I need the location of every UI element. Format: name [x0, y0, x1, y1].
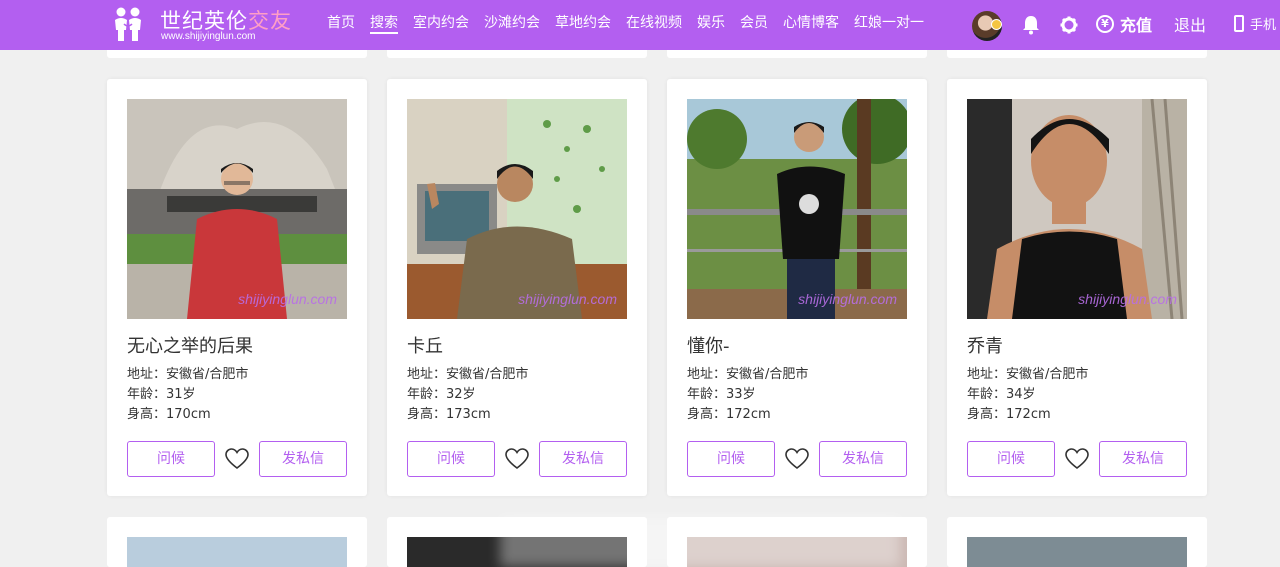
photo-watermark: shijiyinglun.com: [1078, 291, 1177, 307]
profile-photo[interactable]: shijiyinglun.com: [407, 99, 627, 319]
avatar-badge-icon: [991, 19, 1002, 30]
main-nav: 首页 搜索 室内约会 沙滩约会 草地约会 在线视频 娱乐 会员 心情博客 红娘一…: [327, 0, 939, 50]
photo-image: [687, 99, 907, 319]
profile-name[interactable]: 无心之举的后果: [127, 332, 253, 358]
message-button[interactable]: 发私信: [819, 441, 907, 477]
yen-icon: ¥: [1096, 15, 1114, 33]
logo-url: www.shijiyinglun.com: [161, 31, 256, 42]
heart-icon[interactable]: [1065, 448, 1089, 470]
nav-beach-date[interactable]: 沙滩约会: [484, 0, 540, 32]
heart-icon[interactable]: [225, 448, 249, 470]
message-button[interactable]: 发私信: [1099, 441, 1187, 477]
nav-membership[interactable]: 会员: [740, 0, 768, 32]
logout-button[interactable]: 退出: [1174, 12, 1206, 36]
greet-button[interactable]: 问候: [127, 441, 215, 477]
profile-photo-partial[interactable]: [127, 537, 347, 567]
nav-search[interactable]: 搜索: [370, 0, 398, 34]
profile-card: shijiyinglun.com 卡丘 地址：安徽省/合肥市 年龄：32岁 身高…: [387, 79, 647, 496]
site-logo[interactable]: 世纪英伦交友 www.shijiyinglun.com: [112, 4, 312, 44]
profile-address: 地址：安徽省/合肥市: [407, 367, 529, 382]
profile-age: 年龄：32岁: [407, 387, 476, 402]
profile-height: 身高：172cm: [687, 407, 771, 422]
bell-icon[interactable]: [1022, 15, 1040, 35]
heart-icon[interactable]: [505, 448, 529, 470]
profile-age: 年龄：34岁: [967, 387, 1036, 402]
profile-age: 年龄：33岁: [687, 387, 756, 402]
photo-image: [967, 99, 1187, 319]
nav-home[interactable]: 首页: [327, 0, 355, 32]
couple-logo-icon: [115, 7, 141, 41]
profile-photo-partial[interactable]: [967, 537, 1187, 567]
nav-indoor-date[interactable]: 室内约会: [413, 0, 469, 32]
profile-photo[interactable]: shijiyinglun.com: [967, 99, 1187, 319]
greet-button[interactable]: 问候: [967, 441, 1055, 477]
photo-image: [407, 99, 627, 319]
top-navigation-bar: 世纪英伦交友 www.shijiyinglun.com 首页 搜索 室内约会 沙…: [0, 0, 1280, 50]
photo-watermark: shijiyinglun.com: [798, 291, 897, 307]
greet-button[interactable]: 问候: [407, 441, 495, 477]
recharge-label: 充值: [1120, 16, 1153, 35]
photo-watermark: shijiyinglun.com: [518, 291, 617, 307]
profile-card: shijiyinglun.com 无心之举的后果 地址：安徽省/合肥市 年龄：3…: [107, 79, 367, 496]
message-button[interactable]: 发私信: [259, 441, 347, 477]
blur-overlay: [500, 517, 900, 567]
profile-name[interactable]: 懂你-: [687, 332, 730, 358]
profile-address: 地址：安徽省/合肥市: [127, 367, 249, 382]
profile-address: 地址：安徽省/合肥市: [967, 367, 1089, 382]
heart-icon[interactable]: [785, 448, 809, 470]
profile-card: shijiyinglun.com 乔青 地址：安徽省/合肥市 年龄：34岁 身高…: [947, 79, 1207, 496]
phone-icon: [1234, 15, 1244, 32]
nav-mood-blog[interactable]: 心情博客: [783, 0, 839, 32]
mobile-label: 手机: [1250, 18, 1277, 33]
profile-height: 身高：170cm: [127, 407, 211, 422]
gear-icon[interactable]: [1060, 16, 1078, 34]
profile-photo[interactable]: shijiyinglun.com: [687, 99, 907, 319]
profile-address: 地址：安徽省/合肥市: [687, 367, 809, 382]
profile-card-next: [107, 517, 367, 567]
profile-card-next: [947, 517, 1207, 567]
profile-name[interactable]: 卡丘: [407, 332, 443, 358]
nav-entertainment[interactable]: 娱乐: [697, 0, 725, 32]
nav-grass-date[interactable]: 草地约会: [555, 0, 611, 32]
profile-photo[interactable]: shijiyinglun.com: [127, 99, 347, 319]
greet-button[interactable]: 问候: [687, 441, 775, 477]
profile-card: shijiyinglun.com 懂你- 地址：安徽省/合肥市 年龄：33岁 身…: [667, 79, 927, 496]
message-button[interactable]: 发私信: [539, 441, 627, 477]
mobile-link[interactable]: 手机: [1234, 14, 1276, 33]
photo-image: [127, 99, 347, 319]
recharge-button[interactable]: ¥ 充值: [1096, 12, 1152, 36]
photo-watermark: shijiyinglun.com: [238, 291, 337, 307]
profile-name[interactable]: 乔青: [967, 332, 1003, 358]
nav-online-video[interactable]: 在线视频: [626, 0, 682, 32]
profile-height: 身高：173cm: [407, 407, 491, 422]
profile-age: 年龄：31岁: [127, 387, 196, 402]
nav-matchmaker[interactable]: 红娘一对一: [854, 0, 924, 32]
profile-height: 身高：172cm: [967, 407, 1051, 422]
